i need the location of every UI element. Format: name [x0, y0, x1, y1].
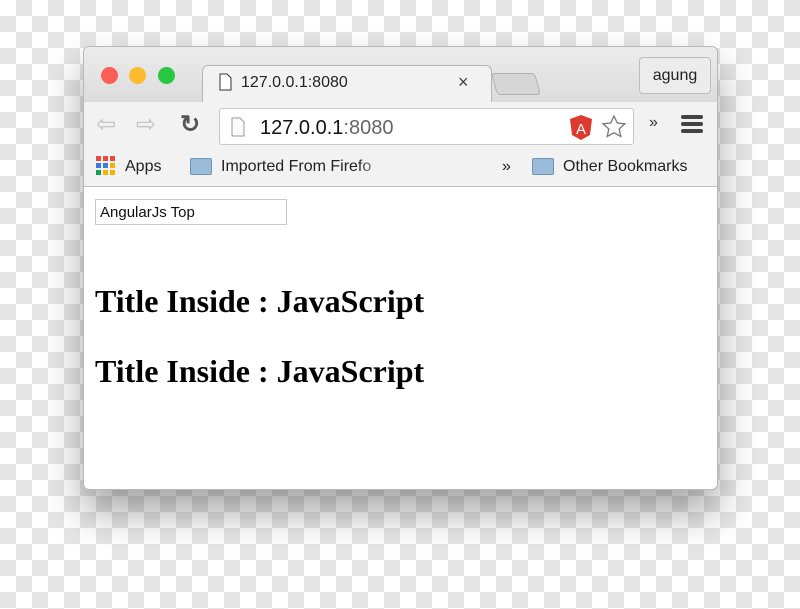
bookmark-imported-from-firefox[interactable]: Imported From Firefo: [221, 158, 391, 176]
bookmarks-bar: Apps Imported From Firefo » Other Bookma…: [84, 146, 717, 187]
new-tab-button[interactable]: [491, 73, 541, 95]
title-input[interactable]: AngularJs Top: [95, 199, 287, 225]
page-content: AngularJs Top Title Inside : JavaScript …: [84, 187, 717, 489]
browser-window: 127.0.0.1:8080 × agung ⇦ ⇨ ↻ 127.0.0.1:8…: [83, 46, 718, 490]
close-window-button[interactable]: [101, 67, 118, 84]
toolbar: ⇦ ⇨ ↻ 127.0.0.1:8080 A »: [84, 102, 717, 146]
bookmark-star-icon[interactable]: [601, 114, 627, 140]
profile-button[interactable]: agung: [639, 57, 711, 94]
heading-title: Title Inside : JavaScript: [95, 283, 425, 319]
maximize-window-button[interactable]: [158, 67, 175, 84]
bookmark-apps[interactable]: Apps: [125, 158, 161, 176]
angular-extension-icon[interactable]: A: [569, 114, 593, 141]
menu-icon[interactable]: [681, 114, 703, 134]
url-text: 127.0.0.1:8080: [260, 117, 394, 139]
address-bar[interactable]: 127.0.0.1:8080 A: [219, 108, 634, 145]
svg-text:A: A: [576, 121, 586, 138]
minimize-window-button[interactable]: [129, 67, 146, 84]
reload-icon[interactable]: ↻: [180, 110, 200, 139]
forward-icon[interactable]: ⇨: [136, 110, 156, 139]
bookmark-other-bookmarks[interactable]: Other Bookmarks: [563, 158, 687, 176]
page-icon: [231, 117, 245, 137]
tab-title: 127.0.0.1:8080: [241, 74, 348, 91]
extensions-overflow-icon[interactable]: »: [649, 114, 658, 132]
folder-icon: [190, 158, 212, 175]
folder-icon: [532, 158, 554, 175]
close-tab-icon[interactable]: ×: [458, 72, 469, 93]
title-bar: 127.0.0.1:8080 × agung: [84, 47, 717, 103]
back-icon[interactable]: ⇦: [96, 110, 116, 139]
apps-icon: [96, 156, 115, 175]
heading-title: Title Inside : JavaScript: [95, 353, 425, 389]
bookmarks-overflow-icon[interactable]: »: [502, 158, 511, 176]
page-icon: [219, 73, 232, 91]
